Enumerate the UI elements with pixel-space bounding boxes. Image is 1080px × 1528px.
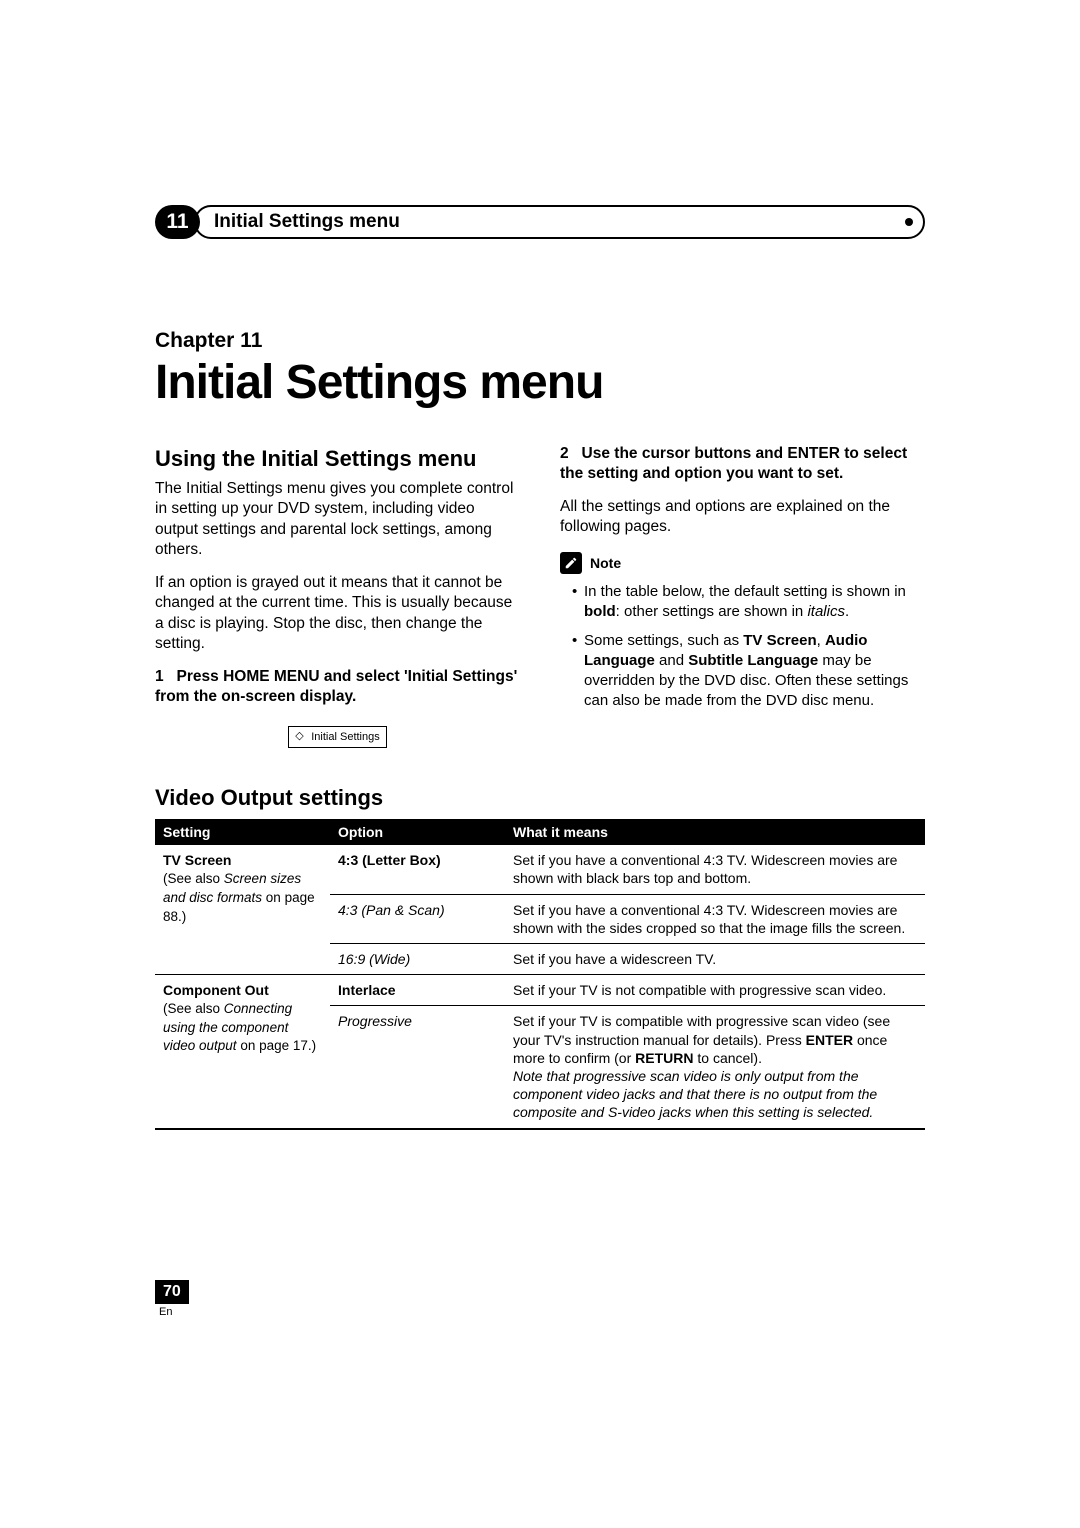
step-1-text: Press HOME MENU and select 'Initial Sett… <box>155 668 517 705</box>
step-2-followup: All the settings and options are explain… <box>560 497 925 538</box>
cell-meaning: Set if you have a widescreen TV. <box>505 944 925 975</box>
cell-option: Interlace <box>330 975 505 1006</box>
pencil-icon <box>560 552 582 574</box>
cell-option: 4:3 (Pan & Scan) <box>330 894 505 943</box>
chapter-title: Initial Settings menu <box>155 355 925 410</box>
section-heading-using: Using the Initial Settings menu <box>155 444 520 473</box>
table-row: Component Out (See also Connecting using… <box>155 975 925 1006</box>
cell-option: Progressive <box>330 1006 505 1129</box>
page-footer: 70 En <box>155 1280 189 1318</box>
video-output-table: Setting Option What it means TV Screen (… <box>155 819 925 1129</box>
step-1: 1 Press HOME MENU and select 'Initial Se… <box>155 667 520 708</box>
right-column: 2 Use the cursor buttons and ENTER to se… <box>560 444 925 749</box>
note-header: Note <box>560 552 925 574</box>
cell-setting-component: Component Out (See also Connecting using… <box>155 975 330 1129</box>
step-2: 2 Use the cursor buttons and ENTER to se… <box>560 444 925 485</box>
chapter-heading: Chapter 11 Initial Settings menu <box>155 329 925 410</box>
cell-meaning: Set if you have a conventional 4:3 TV. W… <box>505 845 925 894</box>
table-row: TV Screen (See also Screen sizes and dis… <box>155 845 925 894</box>
cell-meaning: Set if you have a conventional 4:3 TV. W… <box>505 894 925 943</box>
step-1-number: 1 <box>155 668 164 685</box>
note-label: Note <box>590 554 621 572</box>
note-item-2: Some settings, such as TV Screen, Audio … <box>572 631 925 710</box>
chapter-label: Chapter 11 <box>155 329 925 353</box>
page-header: 11 Initial Settings menu <box>155 205 925 239</box>
cell-option: 16:9 (Wide) <box>330 944 505 975</box>
section-heading-video-output: Video Output settings <box>155 785 925 811</box>
header-title-pill: Initial Settings menu <box>194 205 925 239</box>
note-item-1: In the table below, the default setting … <box>572 582 925 622</box>
callout-label: Initial Settings <box>311 730 379 745</box>
initial-settings-callout: Initial Settings <box>288 726 386 749</box>
page-language: En <box>155 1306 189 1318</box>
intro-paragraph-1: The Initial Settings menu gives you comp… <box>155 479 520 561</box>
cell-meaning: Set if your TV is not compatible with pr… <box>505 975 925 1006</box>
step-2-number: 2 <box>560 445 569 462</box>
page-number: 70 <box>155 1280 189 1304</box>
cell-option: 4:3 (Letter Box) <box>330 845 505 894</box>
th-means: What it means <box>505 819 925 845</box>
chapter-number-badge: 11 <box>155 205 200 239</box>
th-setting: Setting <box>155 819 330 845</box>
header-title: Initial Settings menu <box>214 211 400 233</box>
cell-meaning: Set if your TV is compatible with progre… <box>505 1006 925 1129</box>
note-list: In the table below, the default setting … <box>560 582 925 711</box>
diamond-icon <box>295 731 307 743</box>
left-column: Using the Initial Settings menu The Init… <box>155 444 520 749</box>
th-option: Option <box>330 819 505 845</box>
cell-setting-tvscreen: TV Screen (See also Screen sizes and dis… <box>155 845 330 974</box>
step-2-text: Use the cursor buttons and ENTER to sele… <box>560 445 907 482</box>
intro-paragraph-2: If an option is grayed out it means that… <box>155 573 520 655</box>
